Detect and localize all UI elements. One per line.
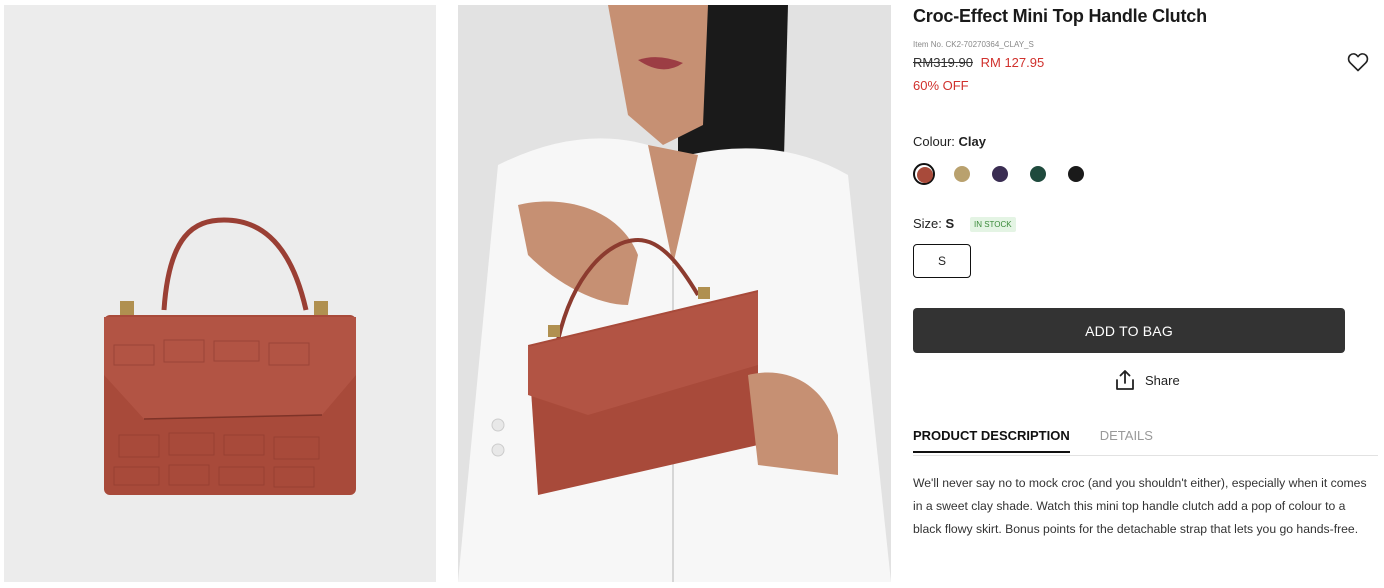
item-number: Item No. CK2-70270364_CLAY_S <box>913 40 1034 49</box>
size-option-s[interactable]: S <box>913 244 971 278</box>
bag-illustration <box>4 5 436 582</box>
size-selected: S <box>945 216 955 231</box>
swatch-purple[interactable] <box>989 163 1011 185</box>
tab-divider <box>913 455 1378 456</box>
colour-label-text: Colour: <box>913 134 955 149</box>
model-illustration <box>458 5 891 582</box>
share-button[interactable]: Share <box>1113 368 1180 392</box>
info-tabs: PRODUCT DESCRIPTION DETAILS <box>913 428 1153 453</box>
sale-price: RM 127.95 <box>980 55 1045 70</box>
swatch-khaki[interactable] <box>951 163 973 185</box>
share-label: Share <box>1145 372 1180 388</box>
share-icon <box>1116 370 1134 390</box>
swatch-clay[interactable] <box>913 163 935 185</box>
swatch-black[interactable] <box>1065 163 1087 185</box>
discount-label: 60% OFF <box>913 78 969 93</box>
product-image-main[interactable] <box>4 5 436 582</box>
product-description: We'll never say no to mock croc (and you… <box>913 476 1367 536</box>
colour-swatches <box>913 163 1087 185</box>
colour-label: Colour: Clay <box>913 134 986 149</box>
wishlist-button[interactable] <box>1346 50 1370 74</box>
colour-selected: Clay <box>958 134 987 149</box>
add-to-bag-button[interactable]: ADD TO BAG <box>913 308 1345 353</box>
heart-icon <box>1347 53 1369 72</box>
size-label: Size: S <box>913 216 954 231</box>
price-row: RM319.90 RM 127.95 <box>913 55 1044 70</box>
tab-details[interactable]: DETAILS <box>1100 428 1153 453</box>
original-price: RM319.90 <box>913 55 973 70</box>
product-title: Croc-Effect Mini Top Handle Clutch <box>913 6 1207 26</box>
product-image-model[interactable] <box>458 5 891 582</box>
swatch-green[interactable] <box>1027 163 1049 185</box>
tab-product-description[interactable]: PRODUCT DESCRIPTION <box>913 428 1070 453</box>
product-info-panel: Croc-Effect Mini Top Handle Clutch Item … <box>913 0 1378 588</box>
stock-badge: IN STOCK <box>970 217 1016 232</box>
size-label-text: Size: <box>913 216 942 231</box>
